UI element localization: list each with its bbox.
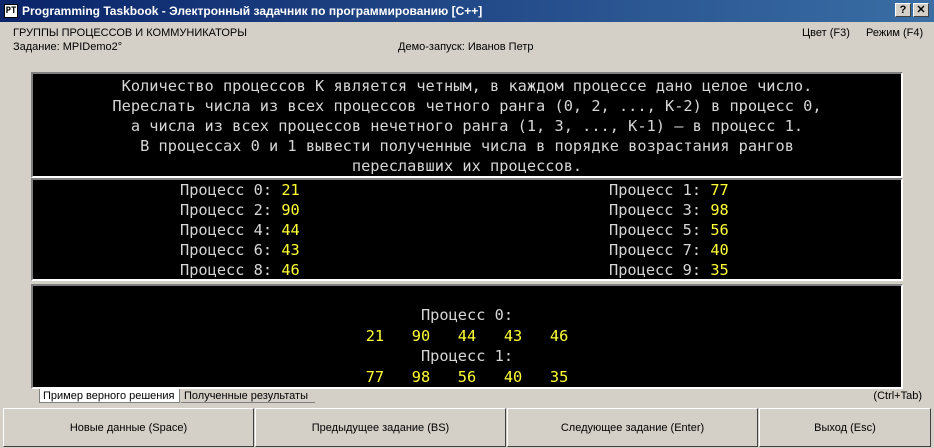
task-name-label: Задание: MPIDemo2° [13, 41, 123, 53]
task-line: а числа из всех процессов нечетного ранг… [130, 117, 804, 135]
process-input: Процесс 5: 56 [609, 221, 729, 239]
close-button[interactable]: ✕ [913, 3, 929, 17]
demo-run-label: Демо-запуск: Иванов Петр [398, 41, 534, 53]
help-button[interactable]: ? [895, 3, 911, 17]
mode-menu[interactable]: Режим (F4) [866, 27, 923, 40]
process-value: 77 [710, 181, 729, 199]
title-bar: PT Programming Taskbook - Электронный за… [0, 0, 934, 22]
color-menu[interactable]: Цвет (F3) [802, 27, 850, 40]
process-input: Процесс 6: 43 [180, 241, 300, 259]
process-input: Процесс 2: 90 [180, 201, 300, 219]
result-process-0-label: Процесс 0: [420, 306, 514, 324]
process-input: Процесс 8: 46 [180, 261, 300, 279]
process-input: Процесс 7: 40 [609, 241, 729, 259]
process-value: 44 [281, 221, 300, 239]
process-value: 35 [710, 261, 729, 279]
result-process-1-values: 77 98 56 40 35 [365, 368, 569, 386]
task-line: Переслать числа из всех процессов четног… [112, 97, 822, 115]
result-panel: Процесс 0: 21 90 44 43 46 Процесс 1: 77 … [31, 284, 903, 389]
new-data-button[interactable]: Новые данные (Space) [3, 408, 254, 447]
next-task-button[interactable]: Следующее задание (Enter) [507, 408, 758, 447]
process-value: 46 [281, 261, 300, 279]
previous-task-button[interactable]: Предыдущее задание (BS) [255, 408, 506, 447]
task-description-panel: Количество процессов K является четным, … [31, 72, 903, 178]
result-process-0-values: 21 90 44 43 46 [365, 327, 569, 345]
task-line: Количество процессов K является четным, … [121, 77, 813, 95]
process-value: 98 [710, 201, 729, 219]
tab-obtained-results[interactable]: Полученные результаты [181, 389, 315, 403]
input-data-panel: Процесс 0: 21 Процесс 2: 90 Процесс 4: 4… [31, 178, 903, 281]
process-input: Процесс 4: 44 [180, 221, 300, 239]
process-value: 21 [281, 181, 300, 199]
task-line: переславших их процессов. [351, 157, 583, 175]
tab-switch-hint: (Ctrl+Tab) [873, 390, 922, 402]
task-line: В процессах 0 и 1 вывести полученные чис… [140, 137, 794, 155]
process-value: 90 [281, 201, 300, 219]
process-input: Процесс 3: 98 [609, 201, 729, 219]
exit-button[interactable]: Выход (Esc) [759, 408, 931, 447]
process-input: Процесс 1: 77 [609, 181, 729, 199]
process-input: Процесс 0: 21 [180, 181, 300, 199]
tab-correct-solution[interactable]: Пример верного решения [39, 389, 180, 403]
task-group-label: ГРУППЫ ПРОЦЕССОВ И КОММУНИКАТОРЫ [13, 27, 247, 39]
process-value: 56 [710, 221, 729, 239]
process-input: Процесс 9: 35 [609, 261, 729, 279]
result-process-1-label: Процесс 1: [420, 347, 514, 365]
window-title: Programming Taskbook - Электронный задач… [22, 4, 483, 18]
app-icon: PT [4, 4, 18, 18]
process-value: 43 [281, 241, 300, 259]
process-value: 40 [710, 241, 729, 259]
